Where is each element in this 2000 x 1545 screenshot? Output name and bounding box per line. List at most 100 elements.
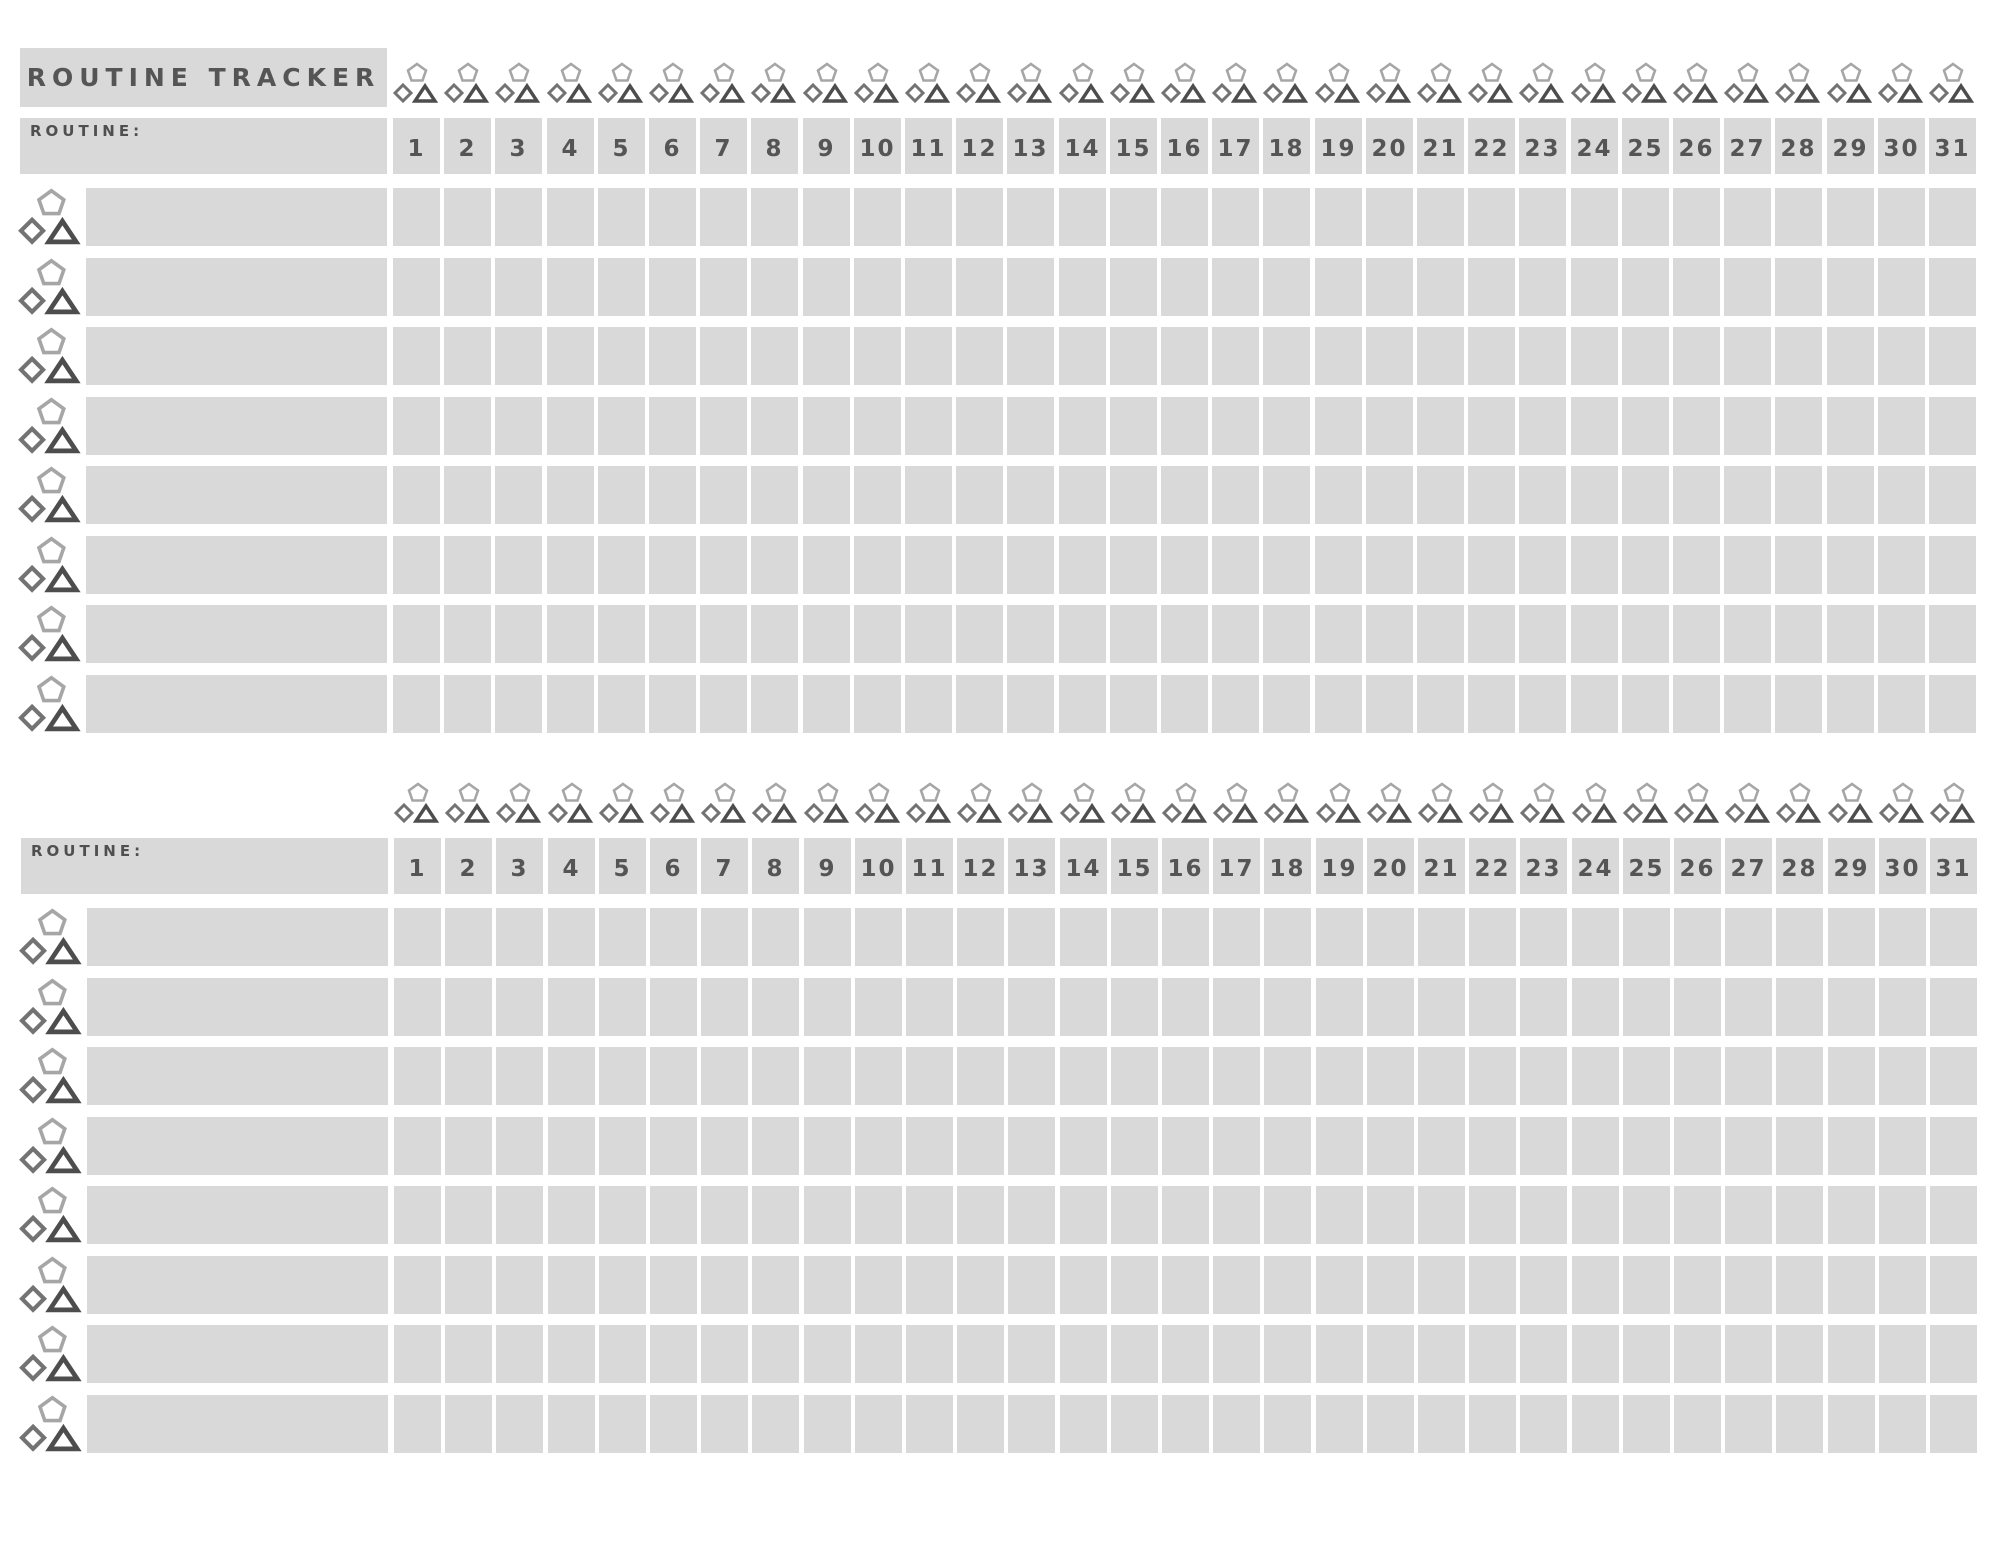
day-checkbox-cell[interactable] bbox=[598, 675, 645, 733]
day-checkbox-cell[interactable] bbox=[905, 258, 952, 316]
day-checkbox-cell[interactable] bbox=[1059, 258, 1106, 316]
day-checkbox-cell[interactable] bbox=[1469, 1395, 1516, 1453]
day-checkbox-cell[interactable] bbox=[1161, 258, 1208, 316]
day-checkbox-cell[interactable] bbox=[1111, 1256, 1158, 1314]
day-checkbox-cell[interactable] bbox=[1776, 1325, 1823, 1383]
day-checkbox-cell[interactable] bbox=[1673, 675, 1720, 733]
day-checkbox-cell[interactable] bbox=[1929, 258, 1976, 316]
day-checkbox-cell[interactable] bbox=[1417, 188, 1464, 246]
day-checkbox-cell[interactable] bbox=[394, 1325, 441, 1383]
day-checkbox-cell[interactable] bbox=[1519, 258, 1566, 316]
day-checkbox-cell[interactable] bbox=[393, 675, 440, 733]
day-checkbox-cell[interactable] bbox=[1059, 605, 1106, 663]
day-checkbox-cell[interactable] bbox=[1007, 188, 1054, 246]
day-checkbox-cell[interactable] bbox=[1418, 978, 1465, 1036]
day-checkbox-cell[interactable] bbox=[1264, 1256, 1311, 1314]
day-checkbox-cell[interactable] bbox=[1367, 1395, 1414, 1453]
day-checkbox-cell[interactable] bbox=[1161, 675, 1208, 733]
day-checkbox-cell[interactable] bbox=[803, 675, 850, 733]
day-checkbox-cell[interactable] bbox=[957, 908, 1004, 966]
day-checkbox-cell[interactable] bbox=[906, 1395, 953, 1453]
day-checkbox-cell[interactable] bbox=[1007, 466, 1054, 524]
day-checkbox-cell[interactable] bbox=[1673, 397, 1720, 455]
day-checkbox-cell[interactable] bbox=[1418, 1395, 1465, 1453]
day-checkbox-cell[interactable] bbox=[906, 1325, 953, 1383]
day-checkbox-cell[interactable] bbox=[1366, 258, 1413, 316]
day-checkbox-cell[interactable] bbox=[1316, 908, 1363, 966]
day-checkbox-cell[interactable] bbox=[701, 1117, 748, 1175]
day-checkbox-cell[interactable] bbox=[1110, 258, 1157, 316]
day-checkbox-cell[interactable] bbox=[1622, 258, 1669, 316]
day-checkbox-cell[interactable] bbox=[394, 1395, 441, 1453]
day-checkbox-cell[interactable] bbox=[1315, 397, 1362, 455]
day-checkbox-cell[interactable] bbox=[956, 605, 1003, 663]
day-checkbox-cell[interactable] bbox=[1161, 188, 1208, 246]
day-checkbox-cell[interactable] bbox=[751, 466, 798, 524]
day-checkbox-cell[interactable] bbox=[1572, 1325, 1619, 1383]
routine-row-name-field[interactable] bbox=[87, 978, 388, 1036]
day-checkbox-cell[interactable] bbox=[752, 1186, 799, 1244]
day-checkbox-cell[interactable] bbox=[1007, 397, 1054, 455]
day-checkbox-cell[interactable] bbox=[1059, 675, 1106, 733]
routine-name-field[interactable]: ROUTINE: bbox=[20, 118, 387, 174]
day-checkbox-cell[interactable] bbox=[1930, 978, 1977, 1036]
day-checkbox-cell[interactable] bbox=[1879, 1186, 1926, 1244]
day-checkbox-cell[interactable] bbox=[855, 1117, 902, 1175]
day-checkbox-cell[interactable] bbox=[1316, 1395, 1363, 1453]
day-checkbox-cell[interactable] bbox=[599, 1325, 646, 1383]
day-checkbox-cell[interactable] bbox=[701, 1325, 748, 1383]
day-checkbox-cell[interactable] bbox=[1725, 1047, 1772, 1105]
day-checkbox-cell[interactable] bbox=[1060, 1117, 1107, 1175]
routine-row-name-field[interactable] bbox=[86, 258, 387, 316]
day-checkbox-cell[interactable] bbox=[1417, 258, 1464, 316]
day-checkbox-cell[interactable] bbox=[495, 188, 542, 246]
day-checkbox-cell[interactable] bbox=[1366, 397, 1413, 455]
day-checkbox-cell[interactable] bbox=[854, 605, 901, 663]
day-checkbox-cell[interactable] bbox=[1468, 466, 1515, 524]
day-checkbox-cell[interactable] bbox=[1828, 908, 1875, 966]
day-checkbox-cell[interactable] bbox=[1213, 1395, 1260, 1453]
day-checkbox-cell[interactable] bbox=[649, 397, 696, 455]
day-checkbox-cell[interactable] bbox=[1008, 1395, 1055, 1453]
day-checkbox-cell[interactable] bbox=[854, 397, 901, 455]
day-checkbox-cell[interactable] bbox=[1162, 1117, 1209, 1175]
day-checkbox-cell[interactable] bbox=[1264, 1047, 1311, 1105]
day-checkbox-cell[interactable] bbox=[1674, 1325, 1721, 1383]
day-checkbox-cell[interactable] bbox=[1776, 1256, 1823, 1314]
day-checkbox-cell[interactable] bbox=[1008, 1186, 1055, 1244]
day-checkbox-cell[interactable] bbox=[700, 605, 747, 663]
day-checkbox-cell[interactable] bbox=[957, 1186, 1004, 1244]
day-checkbox-cell[interactable] bbox=[1007, 327, 1054, 385]
day-checkbox-cell[interactable] bbox=[957, 1325, 1004, 1383]
day-checkbox-cell[interactable] bbox=[1162, 1186, 1209, 1244]
day-checkbox-cell[interactable] bbox=[1725, 978, 1772, 1036]
day-checkbox-cell[interactable] bbox=[1111, 978, 1158, 1036]
day-checkbox-cell[interactable] bbox=[1212, 258, 1259, 316]
day-checkbox-cell[interactable] bbox=[1622, 397, 1669, 455]
day-checkbox-cell[interactable] bbox=[1572, 1047, 1619, 1105]
day-checkbox-cell[interactable] bbox=[700, 536, 747, 594]
day-checkbox-cell[interactable] bbox=[598, 466, 645, 524]
day-checkbox-cell[interactable] bbox=[599, 1186, 646, 1244]
day-checkbox-cell[interactable] bbox=[1827, 327, 1874, 385]
day-checkbox-cell[interactable] bbox=[906, 978, 953, 1036]
day-checkbox-cell[interactable] bbox=[752, 908, 799, 966]
day-checkbox-cell[interactable] bbox=[1468, 188, 1515, 246]
day-checkbox-cell[interactable] bbox=[1674, 1117, 1721, 1175]
routine-row-name-field[interactable] bbox=[86, 675, 387, 733]
day-checkbox-cell[interactable] bbox=[1674, 978, 1721, 1036]
day-checkbox-cell[interactable] bbox=[854, 466, 901, 524]
day-checkbox-cell[interactable] bbox=[1673, 466, 1720, 524]
day-checkbox-cell[interactable] bbox=[1315, 188, 1362, 246]
day-checkbox-cell[interactable] bbox=[1930, 1047, 1977, 1105]
day-checkbox-cell[interactable] bbox=[444, 258, 491, 316]
day-checkbox-cell[interactable] bbox=[1930, 1395, 1977, 1453]
day-checkbox-cell[interactable] bbox=[599, 978, 646, 1036]
day-checkbox-cell[interactable] bbox=[1724, 536, 1771, 594]
day-checkbox-cell[interactable] bbox=[752, 1395, 799, 1453]
day-checkbox-cell[interactable] bbox=[803, 188, 850, 246]
day-checkbox-cell[interactable] bbox=[393, 536, 440, 594]
day-checkbox-cell[interactable] bbox=[1622, 605, 1669, 663]
day-checkbox-cell[interactable] bbox=[1572, 1117, 1619, 1175]
day-checkbox-cell[interactable] bbox=[803, 258, 850, 316]
